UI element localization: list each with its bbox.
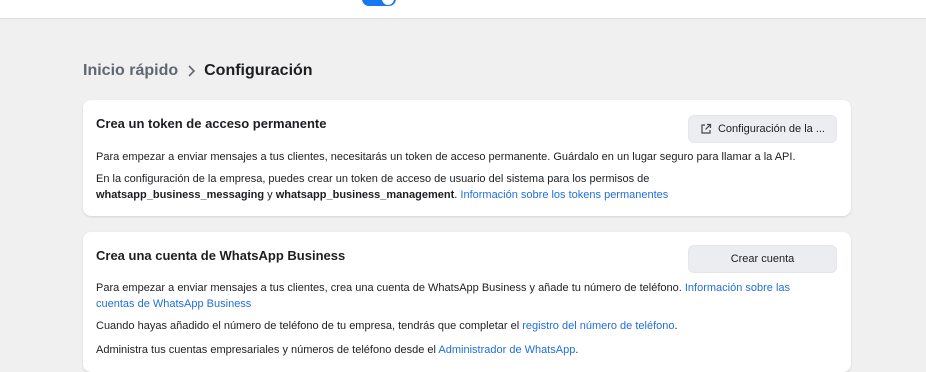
account-card-para2: Cuando hayas añadido el número de teléfo…: [96, 318, 816, 334]
account-card-para3: Administra tus cuentas empresariales y n…: [96, 342, 816, 358]
page-title: Configuración: [204, 62, 313, 79]
create-account-button[interactable]: Crear cuenta: [688, 245, 837, 273]
permanent-tokens-link[interactable]: Información sobre los tokens permanentes: [460, 189, 668, 201]
chevron-right-icon: [186, 65, 196, 77]
top-bar: [0, 0, 926, 19]
account-para3-end: .: [575, 344, 579, 356]
account-card-title: Crea una cuenta de WhatsApp Business: [96, 248, 346, 263]
token-card-para1: Para empezar a enviar mensajes a tus cli…: [96, 151, 796, 163]
token-card-para2: En la configuración de la empresa, puede…: [96, 171, 816, 203]
breadcrumb-parent[interactable]: Inicio rápido: [83, 62, 178, 80]
perm-messaging: whatsapp_business_messaging: [96, 189, 265, 201]
business-settings-button[interactable]: Configuración de la ...: [688, 115, 837, 143]
external-link-icon: [700, 123, 712, 135]
account-para1-text: Para empezar a enviar mensajes a tus cli…: [96, 282, 685, 294]
toggle-knob: [382, 0, 394, 5]
account-card: Crea una cuenta de WhatsApp Business Cre…: [83, 232, 851, 372]
breadcrumb: Inicio rápido Configuración: [83, 60, 313, 82]
account-para2-end: .: [674, 320, 678, 332]
business-settings-button-label: Configuración de la ...: [717, 123, 825, 135]
token-card: Crea un token de acceso permanente Confi…: [83, 100, 851, 216]
token-para2-join: y: [264, 189, 276, 201]
perm-management: whatsapp_business_management: [275, 189, 455, 201]
account-card-para1: Para empezar a enviar mensajes a tus cli…: [96, 280, 816, 312]
whatsapp-manager-link[interactable]: Administrador de WhatsApp: [438, 344, 575, 356]
account-para3-text: Administra tus cuentas empresariales y n…: [96, 344, 439, 356]
phone-registration-link[interactable]: registro del número de teléfono: [522, 320, 674, 332]
toggle-switch[interactable]: [362, 0, 396, 6]
token-para2-text: En la configuración de la empresa, puede…: [96, 173, 650, 185]
account-para2-text: Cuando hayas añadido el número de teléfo…: [96, 320, 523, 332]
create-account-button-label: Crear cuenta: [730, 253, 795, 265]
token-card-title: Crea un token de acceso permanente: [96, 116, 327, 131]
